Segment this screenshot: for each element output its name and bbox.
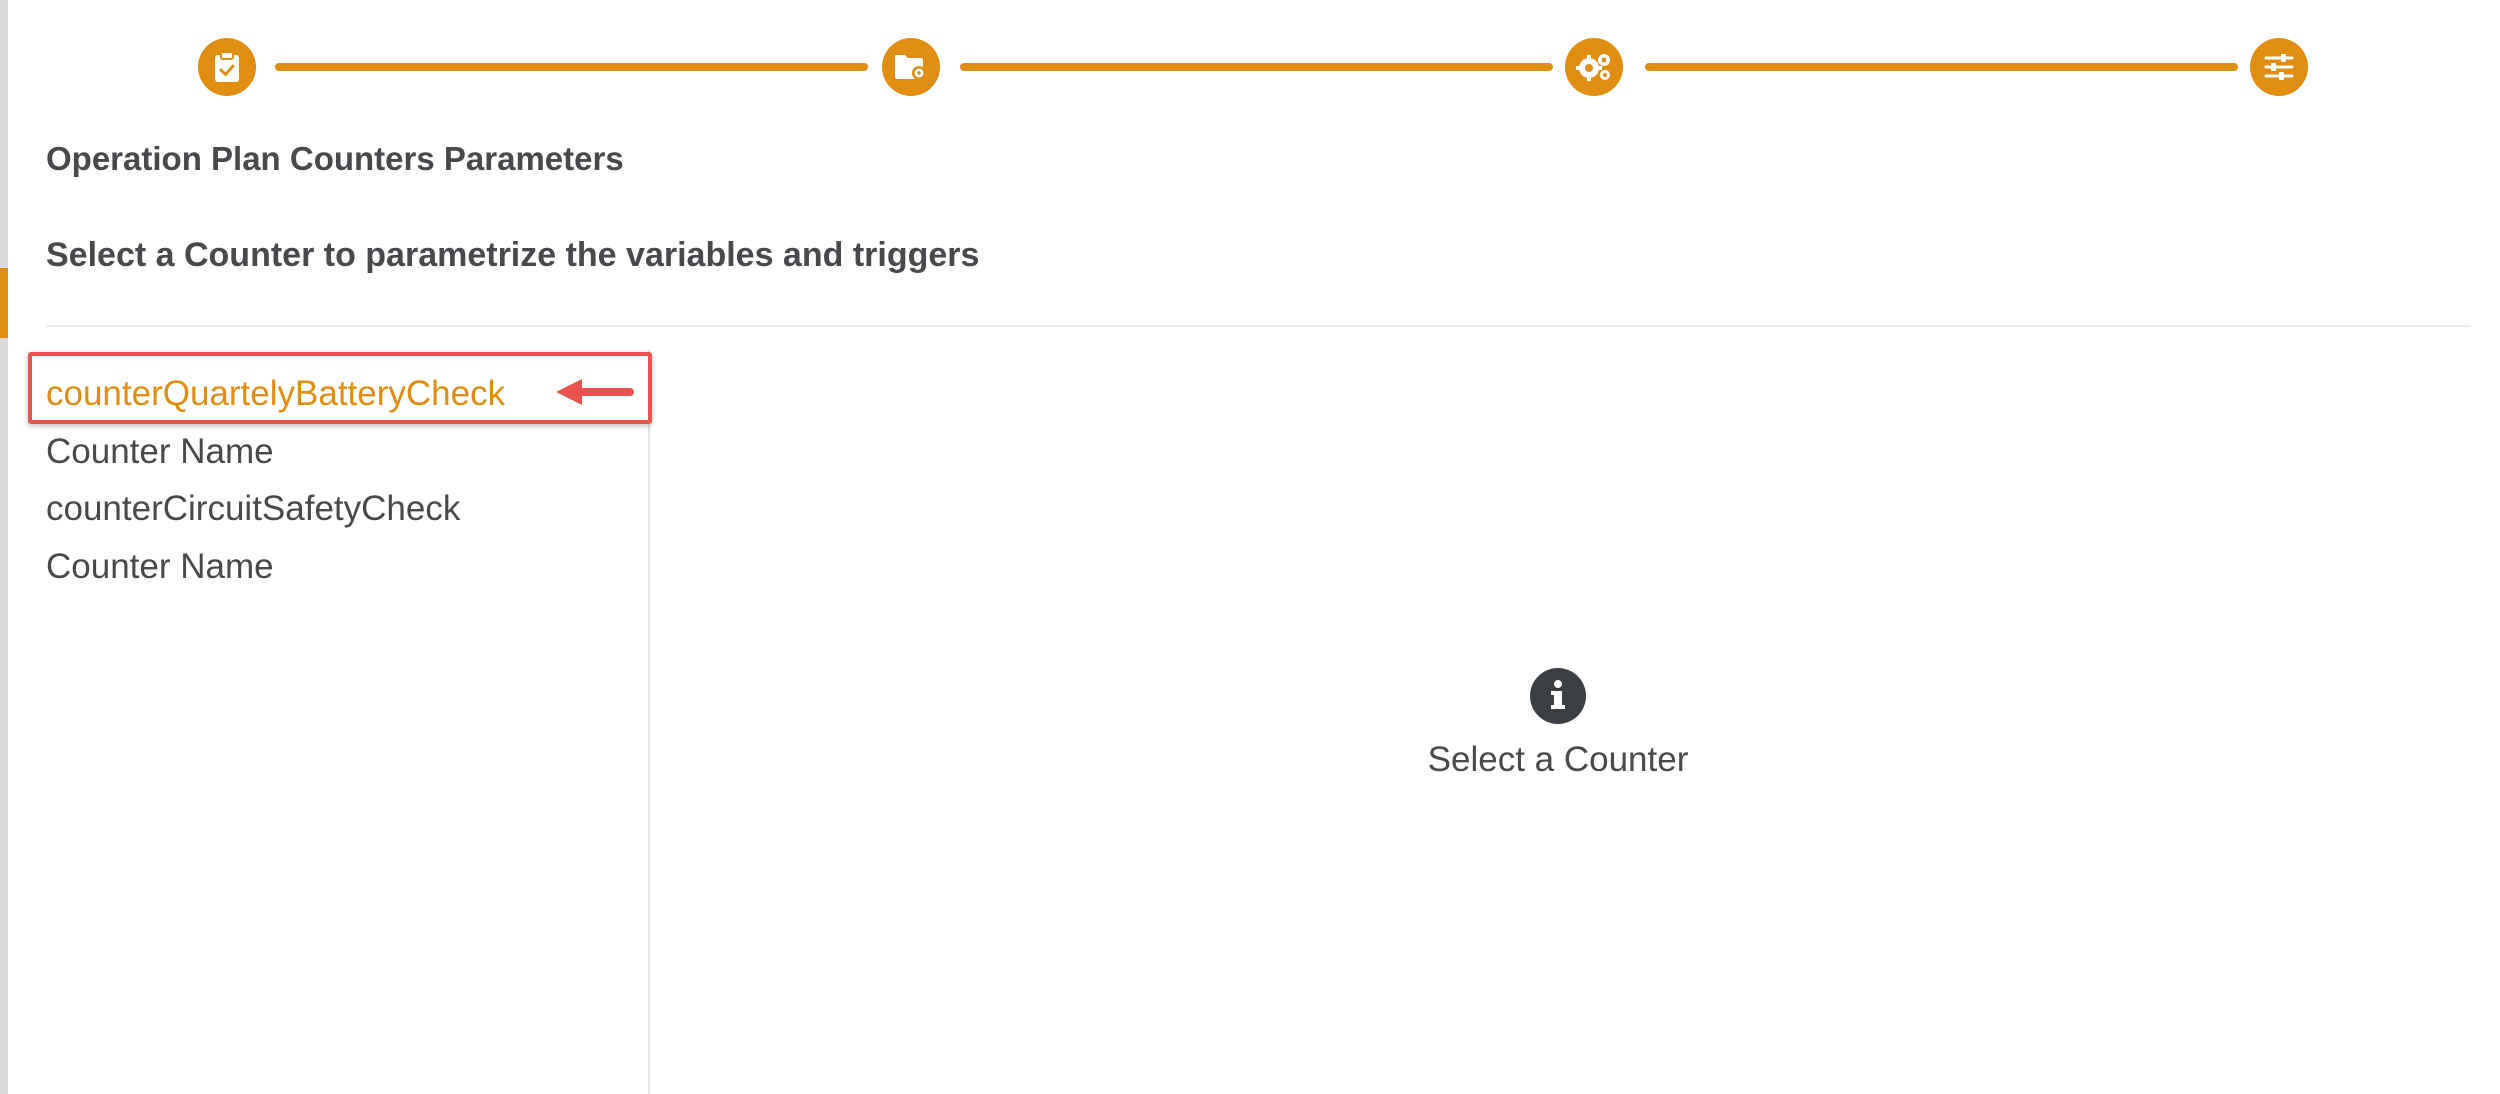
info-icon [1530, 668, 1586, 724]
background-accent-sliver [0, 268, 8, 338]
empty-state: Select a Counter [1308, 668, 1808, 780]
page-subtitle: Select a Counter to parametrize the vari… [46, 236, 980, 274]
background-overlay [0, 0, 8, 1094]
counter-item[interactable]: counterCircuitSafetyCheck [46, 489, 460, 529]
step-4-sliders-icon[interactable] [2250, 38, 2308, 96]
folder-gear-icon [895, 55, 926, 80]
step-1-clipboard-check-icon[interactable] [198, 38, 256, 96]
sliders-icon [2264, 54, 2294, 80]
step-2-folder-gear-icon[interactable] [882, 38, 940, 96]
section-divider [46, 325, 2470, 327]
page-title: Operation Plan Counters Parameters [46, 140, 624, 177]
counter-item[interactable]: Counter Name [46, 432, 274, 472]
annotation-arrow-icon [556, 379, 634, 405]
counter-item[interactable]: Counter Name [46, 547, 274, 587]
gears-icon [1576, 54, 1610, 81]
step-connector-1 [275, 63, 868, 71]
clipboard-check-icon [215, 51, 239, 82]
step-connector-3 [1645, 63, 2238, 71]
counters-parameters-modal: Operation Plan Counters Parameters Selec… [8, 0, 2500, 1094]
step-connector-2 [960, 63, 1553, 71]
wizard-stepper [8, 0, 2500, 130]
step-3-gears-icon[interactable] [1565, 38, 1623, 96]
empty-state-text: Select a Counter [1427, 740, 1689, 779]
